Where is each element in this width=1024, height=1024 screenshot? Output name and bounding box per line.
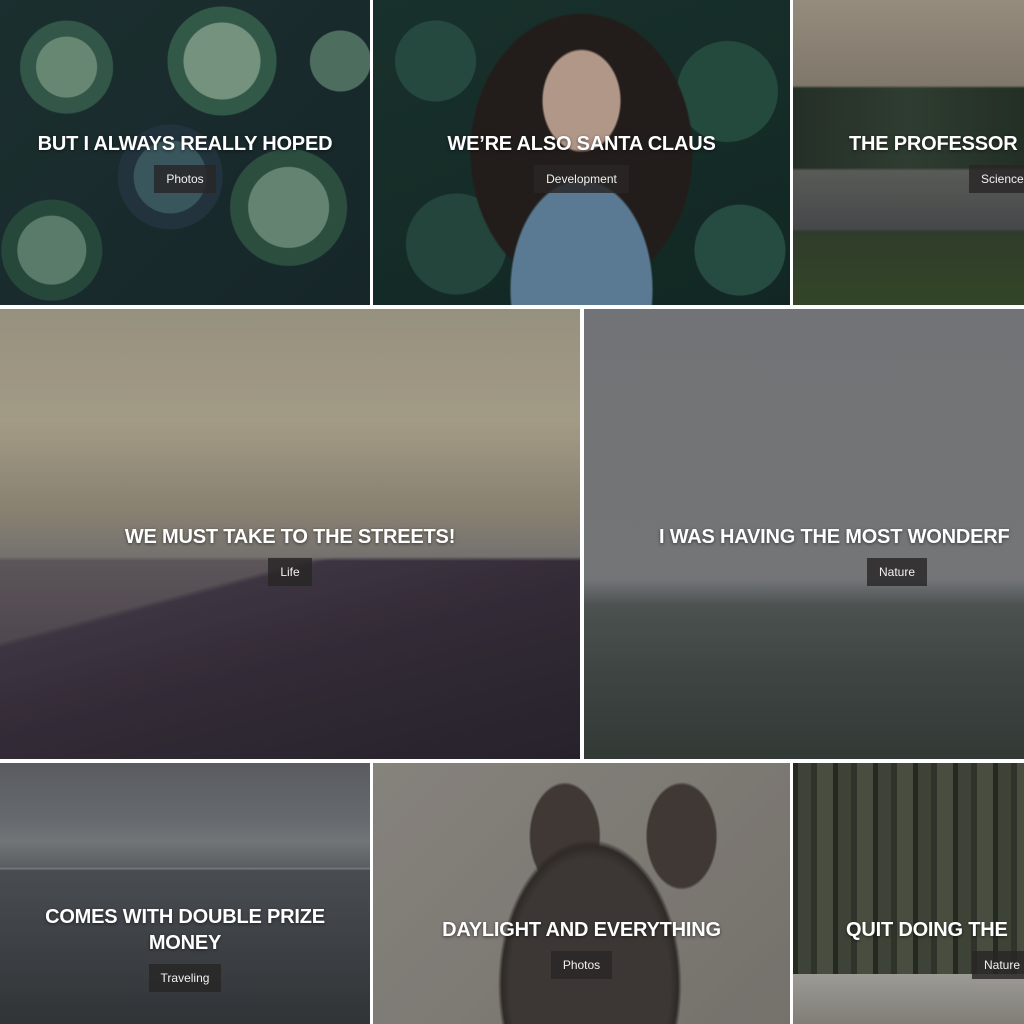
category-badge[interactable]: Photos (154, 165, 216, 193)
category-badge[interactable]: Nature (972, 951, 1024, 979)
item-caption: I WAS HAVING THE MOST WONDERF Nature (659, 524, 1010, 586)
portfolio-item[interactable]: COMES WITH DOUBLE PRIZE MONEY Traveling (0, 763, 370, 1024)
category-badge[interactable]: Development (534, 165, 629, 193)
portfolio-item[interactable]: WE’RE ALSO SANTA CLAUS Development (373, 0, 790, 305)
portfolio-item[interactable]: DAYLIGHT AND EVERYTHING Photos (373, 763, 790, 1024)
item-caption: BUT I ALWAYS REALLY HOPED Photos (0, 131, 370, 193)
category-badge[interactable]: Photos (550, 951, 613, 979)
item-caption: COMES WITH DOUBLE PRIZE MONEY Traveling (0, 904, 370, 992)
item-title: I WAS HAVING THE MOST WONDERF (659, 526, 1010, 548)
portfolio-item[interactable]: WE MUST TAKE TO THE STREETS! Life (0, 309, 580, 759)
portfolio-item[interactable]: BUT I ALWAYS REALLY HOPED Photos (0, 0, 370, 305)
category-badge[interactable]: Life (268, 558, 312, 586)
portfolio-item[interactable]: QUIT DOING THE Nature (793, 763, 1024, 1024)
portfolio-item[interactable]: THE PROFESSOR Science (793, 0, 1024, 305)
portfolio-item[interactable]: I WAS HAVING THE MOST WONDERF Nature (584, 309, 1024, 759)
item-title: BUT I ALWAYS REALLY HOPED (37, 133, 333, 155)
item-title: QUIT DOING THE (846, 919, 1008, 941)
item-caption: WE MUST TAKE TO THE STREETS! Life (0, 524, 580, 586)
item-title: THE PROFESSOR (849, 133, 1018, 155)
item-title: WE’RE ALSO SANTA CLAUS (447, 133, 716, 155)
item-caption: QUIT DOING THE Nature (846, 917, 1024, 979)
item-title: DAYLIGHT AND EVERYTHING (442, 919, 721, 941)
item-caption: WE’RE ALSO SANTA CLAUS Development (373, 131, 790, 193)
item-caption: THE PROFESSOR Science (849, 131, 1024, 193)
item-title: COMES WITH DOUBLE PRIZE MONEY (45, 906, 325, 954)
portfolio-grid: BUT I ALWAYS REALLY HOPED Photos WE’RE A… (0, 0, 1024, 1024)
item-title: WE MUST TAKE TO THE STREETS! (124, 526, 456, 548)
category-badge[interactable]: Nature (867, 558, 928, 586)
category-badge[interactable]: Science (969, 165, 1024, 193)
category-badge[interactable]: Traveling (148, 964, 222, 992)
item-caption: DAYLIGHT AND EVERYTHING Photos (373, 917, 790, 979)
